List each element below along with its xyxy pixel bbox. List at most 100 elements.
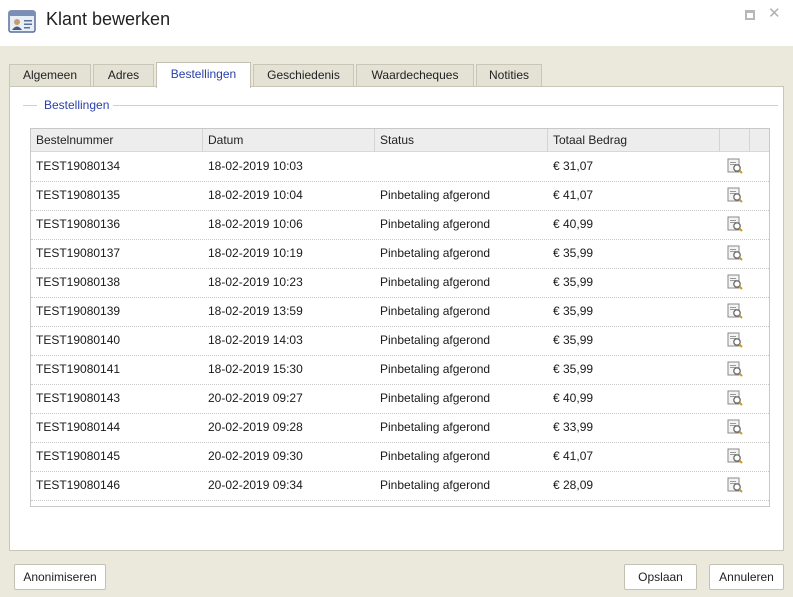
- table-row[interactable]: TEST19080135 18-02-2019 10:04 Pinbetaling …: [31, 182, 769, 211]
- order-number-cell: TEST19080141: [36, 362, 121, 376]
- order-number-cell: TEST19080139: [36, 304, 121, 318]
- tab-notities[interactable]: Notities: [476, 64, 542, 86]
- table-row[interactable]: TEST19080139 18-02-2019 13:59 Pinbetaling …: [31, 298, 769, 327]
- order-date-cell: 20-02-2019 09:28: [208, 420, 303, 434]
- view-details-icon[interactable]: [727, 360, 743, 377]
- order-number-cell: TEST19080146: [36, 478, 121, 492]
- order-number-cell: TEST19080145: [36, 449, 121, 463]
- view-details-icon[interactable]: [727, 331, 743, 348]
- order-date-cell: 18-02-2019 10:19: [208, 246, 303, 260]
- table-row[interactable]: TEST19080136 18-02-2019 10:06 Pinbetaling …: [31, 211, 769, 240]
- view-details-icon[interactable]: [727, 273, 743, 290]
- view-details-icon[interactable]: [727, 389, 743, 406]
- tab-waardecheques[interactable]: Waardecheques: [356, 64, 474, 86]
- order-date-cell: 18-02-2019 10:23: [208, 275, 303, 289]
- view-details-cell: [720, 211, 750, 239]
- order-amount-cell: € 35,99: [553, 304, 594, 318]
- order-amount-cell: € 33,99: [553, 420, 594, 434]
- customer-card-icon: [8, 8, 36, 34]
- tab-algemeen[interactable]: Algemeen: [9, 64, 91, 86]
- order-amount-cell: € 40,99: [553, 391, 594, 405]
- save-button[interactable]: Opslaan: [624, 564, 697, 590]
- table-row[interactable]: TEST19080134 18-02-2019 10:03 € 31,07: [31, 153, 769, 182]
- tab-bestellingen[interactable]: Bestellingen: [156, 62, 251, 88]
- order-amount-cell: € 35,99: [553, 275, 594, 289]
- table-row[interactable]: TEST19080138 18-02-2019 10:23 Pinbetaling …: [31, 269, 769, 298]
- view-details-cell: [720, 414, 750, 442]
- window-title: Klant bewerken: [46, 9, 171, 29]
- section-legend: Bestellingen: [44, 98, 110, 112]
- order-status-cell: Pinbetaling afgerond: [380, 391, 491, 405]
- order-date-cell: 18-02-2019 14:03: [208, 333, 303, 347]
- order-amount-cell: € 40,99: [553, 217, 594, 231]
- maximize-icon[interactable]: [745, 8, 757, 20]
- order-number-cell: TEST19080135: [36, 188, 121, 202]
- order-number-cell: TEST19080138: [36, 275, 121, 289]
- order-date-cell: 20-02-2019 09:27: [208, 391, 303, 405]
- order-status-cell: Pinbetaling afgerond: [380, 420, 491, 434]
- table-header: Bestelnummer Datum Status Totaal Bedrag: [31, 129, 769, 152]
- order-amount-cell: € 31,07: [553, 159, 594, 173]
- table-row[interactable]: TEST19080140 18-02-2019 14:03 Pinbetaling …: [31, 327, 769, 356]
- order-amount-cell: € 41,07: [553, 188, 594, 202]
- view-details-cell: [720, 182, 750, 210]
- order-date-cell: 18-02-2019 15:30: [208, 362, 303, 376]
- fieldset-border: [113, 105, 778, 106]
- view-details-icon[interactable]: [727, 476, 743, 493]
- order-date-cell: 20-02-2019 09:34: [208, 478, 303, 492]
- column-header-totaal-bedrag[interactable]: Totaal Bedrag: [548, 129, 720, 152]
- order-status-cell: Pinbetaling afgerond: [380, 304, 491, 318]
- order-date-cell: 18-02-2019 13:59: [208, 304, 303, 318]
- view-details-icon[interactable]: [727, 244, 743, 261]
- order-status-cell: Pinbetaling afgerond: [380, 362, 491, 376]
- view-details-cell: [720, 240, 750, 268]
- order-status-cell: [375, 153, 548, 181]
- orders-table: Bestelnummer Datum Status Totaal Bedrag …: [30, 128, 770, 507]
- view-details-cell: [720, 385, 750, 413]
- order-number-cell: TEST19080143: [36, 391, 121, 405]
- column-header-bestelnummer[interactable]: Bestelnummer: [31, 129, 203, 152]
- order-status-cell: Pinbetaling afgerond: [380, 333, 491, 347]
- column-header-datum[interactable]: Datum: [203, 129, 375, 152]
- view-details-icon[interactable]: [727, 157, 743, 174]
- view-details-cell: [720, 472, 750, 500]
- order-date-cell: 18-02-2019 10:06: [208, 217, 303, 231]
- view-details-icon[interactable]: [727, 215, 743, 232]
- cancel-button[interactable]: Annuleren: [709, 564, 784, 590]
- table-row[interactable]: TEST19080146 20-02-2019 09:34 Pinbetaling …: [31, 472, 769, 501]
- order-status-cell: Pinbetaling afgerond: [380, 188, 491, 202]
- title-bar: Klant bewerken ✕: [0, 0, 793, 46]
- order-number-cell: TEST19080144: [36, 420, 121, 434]
- view-details-icon[interactable]: [727, 447, 743, 464]
- order-amount-cell: € 28,09: [553, 478, 594, 492]
- table-row[interactable]: TEST19080143 20-02-2019 09:27 Pinbetaling …: [31, 385, 769, 414]
- view-details-icon[interactable]: [727, 418, 743, 435]
- order-status-cell: Pinbetaling afgerond: [380, 478, 491, 492]
- table-row[interactable]: TEST19080137 18-02-2019 10:19 Pinbetaling …: [31, 240, 769, 269]
- order-date-cell: 20-02-2019 09:30: [208, 449, 303, 463]
- order-amount-cell: € 41,07: [553, 449, 594, 463]
- table-row[interactable]: TEST19080145 20-02-2019 09:30 Pinbetaling …: [31, 443, 769, 472]
- order-number-cell: TEST19080140: [36, 333, 121, 347]
- tab-geschiedenis[interactable]: Geschiedenis: [253, 64, 354, 86]
- anonymize-button[interactable]: Anonimiseren: [14, 564, 106, 590]
- order-status-cell: Pinbetaling afgerond: [380, 217, 491, 231]
- column-header-actions: [720, 129, 750, 152]
- tab-adres[interactable]: Adres: [93, 64, 154, 86]
- order-date-cell: 18-02-2019 10:04: [208, 188, 303, 202]
- view-details-icon[interactable]: [727, 302, 743, 319]
- order-amount-cell: € 35,99: [553, 246, 594, 260]
- order-status-cell: Pinbetaling afgerond: [380, 449, 491, 463]
- table-row[interactable]: TEST19080141 18-02-2019 15:30 Pinbetaling …: [31, 356, 769, 385]
- view-details-cell: [720, 443, 750, 471]
- view-details-icon[interactable]: [727, 186, 743, 203]
- close-icon[interactable]: ✕: [768, 6, 781, 21]
- view-details-cell: [720, 356, 750, 384]
- order-number-cell: TEST19080136: [36, 217, 121, 231]
- order-amount-cell: € 35,99: [553, 362, 594, 376]
- order-number-cell: TEST19080137: [36, 246, 121, 260]
- order-amount-cell: € 35,99: [553, 333, 594, 347]
- table-row[interactable]: TEST19080144 20-02-2019 09:28 Pinbetaling …: [31, 414, 769, 443]
- column-header-status[interactable]: Status: [375, 129, 548, 152]
- fieldset-border: [23, 105, 37, 106]
